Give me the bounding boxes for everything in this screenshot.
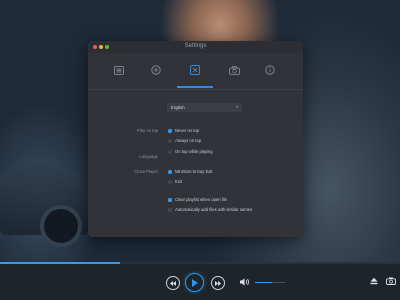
tab-subtitles[interactable] (184, 63, 206, 77)
list-icon (114, 65, 124, 75)
volume-slider-fill (255, 282, 272, 283)
next-icon (215, 280, 221, 286)
play-icon (192, 278, 198, 287)
settings-titlebar: Settings (88, 41, 303, 53)
subtitle-icon (190, 65, 200, 75)
tab-general[interactable] (108, 63, 130, 77)
language-label: Language (139, 154, 158, 159)
checkbox-clear-playlist[interactable] (168, 198, 172, 202)
chevron-down-icon: ▾ (235, 104, 238, 109)
play-on-top-label: Play on top (137, 128, 158, 133)
option-auto-add-files: Automatically add files with similar nam… (175, 207, 253, 212)
option-on-top-while-playing: On top while playing (175, 149, 213, 154)
eject-icon[interactable] (370, 277, 378, 285)
previous-button[interactable] (166, 276, 180, 290)
option-never-on-top: Never on top (175, 128, 199, 133)
radio-minimize-to-tray[interactable] (168, 170, 172, 174)
video-wheel-shape (40, 205, 82, 247)
control-bar (0, 264, 400, 300)
add-circle-icon (151, 65, 161, 75)
previous-icon (170, 280, 176, 286)
screenshot-camera-icon[interactable] (386, 277, 396, 285)
settings-window: Settings Language English ▾ Play on top … (88, 41, 303, 237)
active-tab-indicator (177, 86, 213, 88)
volume-icon[interactable] (240, 278, 250, 286)
play-button[interactable] (185, 273, 204, 292)
tab-playback[interactable] (145, 63, 167, 77)
close-player-label: Close Player (134, 169, 158, 174)
tab-screenshot[interactable] (223, 63, 245, 77)
tab-about[interactable] (259, 63, 281, 77)
info-icon (265, 65, 275, 75)
radio-exit[interactable] (168, 180, 172, 184)
volume-slider[interactable] (255, 282, 285, 283)
radio-on-top-while-playing[interactable] (168, 150, 172, 154)
option-exit: Exit (175, 179, 182, 184)
radio-never-on-top[interactable] (168, 129, 172, 133)
language-select[interactable]: English ▾ (167, 103, 242, 112)
language-value: English (171, 105, 185, 110)
next-button[interactable] (211, 276, 225, 290)
option-clear-playlist: Clear playlist when open file (175, 197, 228, 202)
option-always-on-top: Always on top (175, 138, 202, 143)
checkbox-auto-add-files[interactable] (168, 208, 172, 212)
settings-title: Settings (184, 43, 207, 49)
option-minimize-to-tray: Minimize to tray Exit (175, 169, 213, 174)
radio-always-on-top[interactable] (168, 139, 172, 143)
settings-tabs (88, 53, 303, 90)
camera-icon (228, 65, 240, 75)
